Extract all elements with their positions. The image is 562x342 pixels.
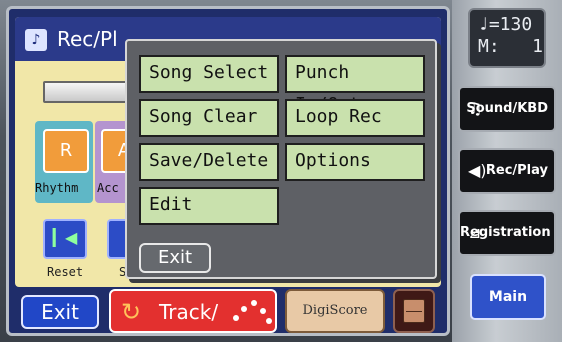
skip-back-icon: ▎◀: [52, 228, 78, 247]
sound-kbd-button[interactable]: ♫ Sound/KBD: [458, 86, 556, 132]
menu-item-save-delete[interactable]: Save/Delete: [139, 143, 279, 181]
menu-item-edit[interactable]: Edit: [139, 187, 279, 225]
measure-readout: M: 1: [478, 36, 544, 57]
window-title: Rec/Pl: [57, 27, 118, 51]
track-button[interactable]: ↻ Track/: [109, 289, 277, 333]
rec-play-button[interactable]: ◀) Rec/Play: [458, 148, 556, 194]
menu-item-punch-in-out[interactable]: Punch In/Out: [285, 55, 425, 115]
digiscore-button[interactable]: DigiScore: [285, 289, 385, 333]
rhythm-label: Rhythm: [35, 181, 79, 195]
dots-icon: [229, 297, 273, 327]
track-label: Track/: [159, 300, 219, 324]
acc-label: Acc: [97, 181, 119, 195]
cabinet-icon: [403, 299, 425, 323]
rec-play-label: Rec/Play: [485, 163, 548, 178]
menu-item-options[interactable]: Options: [285, 143, 425, 181]
popup-exit-button[interactable]: Exit: [139, 243, 211, 273]
rhythm-part-button[interactable]: R: [43, 129, 89, 173]
refresh-icon: ↻: [121, 298, 142, 326]
music-note-icon: ♪: [25, 29, 47, 51]
right-panel: ♩=130 M: 1 ♫ Sound/KBD ◀) Rec/Play ⊿ Reg…: [452, 0, 562, 342]
popup-menu: Song Select Punch In/Out Song Clear Loop…: [125, 39, 437, 279]
reset-button[interactable]: ▎◀: [43, 219, 87, 259]
reset-label: Reset: [47, 265, 84, 279]
tempo-display: ♩=130 M: 1: [468, 8, 546, 68]
registration-button[interactable]: ⊿ Registration: [458, 210, 556, 256]
main-screen: ♪ Rec/Pl R A Rhythm Acc ▎◀ Reset S Exit …: [6, 6, 450, 336]
menu-item-song-clear[interactable]: Song Clear: [139, 99, 279, 137]
book-icon: ⊿: [468, 223, 482, 242]
menu-item-loop-rec[interactable]: Loop Rec: [285, 99, 425, 137]
main-button[interactable]: Main: [470, 274, 546, 320]
cabinet-button[interactable]: [393, 289, 435, 333]
speaker-icon: ◀): [468, 161, 487, 180]
exit-button[interactable]: Exit: [21, 295, 99, 329]
menu-item-song-select[interactable]: Song Select: [139, 55, 279, 93]
tempo-readout: ♩=130: [478, 14, 533, 35]
music-notes-icon: ♫: [468, 99, 483, 118]
